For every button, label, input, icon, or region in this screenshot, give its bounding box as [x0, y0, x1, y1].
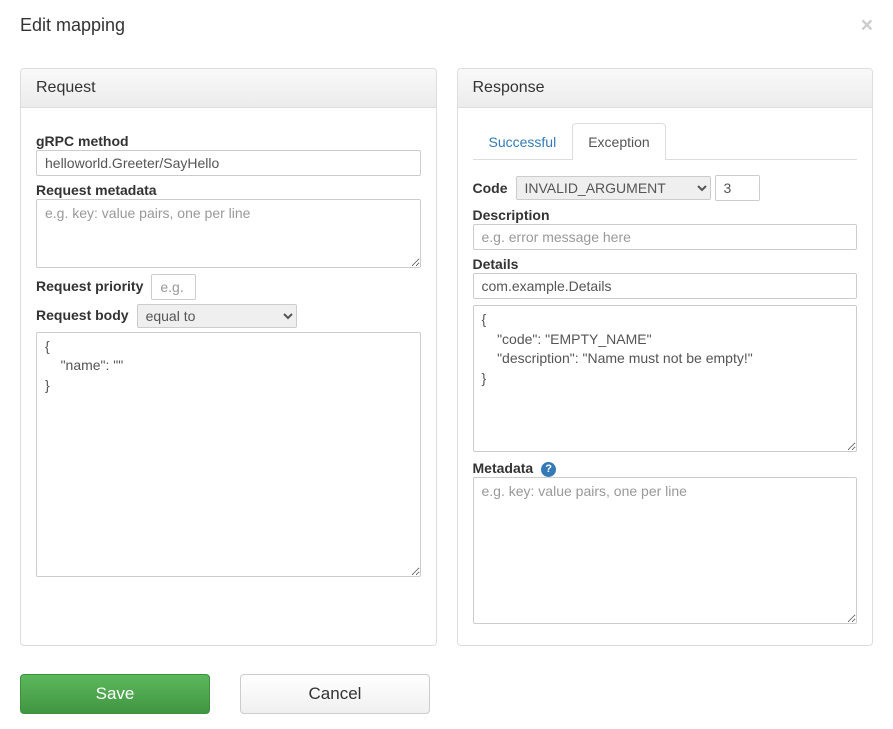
request-panel: Request gRPC method Request metadata Req… — [20, 68, 437, 646]
response-panel-body: Successful Exception Code INVALID_ARGUME… — [458, 108, 873, 645]
panels-container: Request gRPC method Request metadata Req… — [20, 68, 873, 646]
request-body-textarea[interactable]: { "name": "" } — [36, 332, 421, 577]
request-priority-input[interactable] — [151, 274, 196, 300]
response-panel: Response Successful Exception Code INVAL… — [457, 68, 874, 646]
save-button[interactable]: Save — [20, 674, 210, 714]
request-metadata-label: Request metadata — [36, 182, 157, 198]
request-body-mode-select[interactable]: equal to — [137, 304, 297, 328]
footer-buttons: Save Cancel — [20, 674, 873, 714]
request-priority-label: Request priority — [36, 278, 143, 294]
request-body-label: Request body — [36, 307, 129, 323]
tab-exception[interactable]: Exception — [572, 123, 665, 160]
modal-header: Edit mapping × — [20, 15, 873, 48]
grpc-method-label: gRPC method — [36, 133, 129, 149]
close-icon[interactable]: × — [861, 15, 873, 36]
request-panel-body: gRPC method Request metadata Request pri… — [21, 108, 436, 592]
response-tabs: Successful Exception — [473, 123, 858, 160]
response-metadata-textarea[interactable] — [473, 477, 858, 624]
cancel-button[interactable]: Cancel — [240, 674, 430, 714]
response-metadata-label: Metadata — [473, 460, 534, 476]
response-details-body-textarea[interactable]: { "code": "EMPTY_NAME" "description": "N… — [473, 305, 858, 452]
response-code-select[interactable]: INVALID_ARGUMENT — [516, 176, 711, 200]
tab-successful[interactable]: Successful — [473, 123, 573, 160]
response-details-type-input[interactable] — [473, 273, 858, 299]
response-description-label: Description — [473, 207, 550, 223]
response-code-label: Code — [473, 180, 508, 196]
response-details-label: Details — [473, 256, 519, 272]
response-description-input[interactable] — [473, 224, 858, 250]
request-metadata-textarea[interactable] — [36, 199, 421, 268]
request-panel-title: Request — [21, 69, 436, 108]
response-code-number-input[interactable] — [715, 175, 760, 201]
modal-title: Edit mapping — [20, 15, 125, 36]
help-icon[interactable]: ? — [541, 462, 556, 477]
response-panel-title: Response — [458, 69, 873, 108]
grpc-method-input[interactable] — [36, 150, 421, 176]
